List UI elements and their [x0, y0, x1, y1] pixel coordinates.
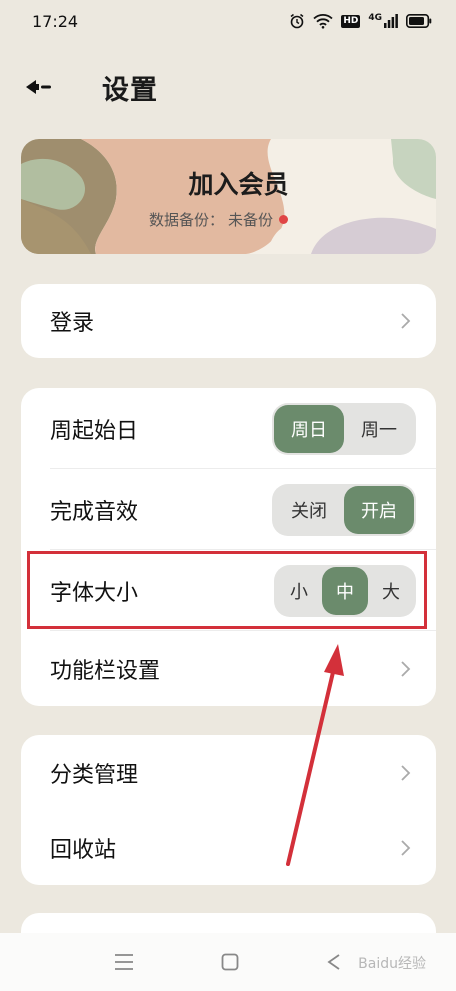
wifi-icon	[313, 14, 333, 29]
font-size-selector: 小 中 大	[274, 564, 416, 617]
header: 设置	[0, 62, 456, 112]
page-title: 设置	[102, 75, 158, 106]
sound-row: 完成音效 关闭 开启	[21, 469, 436, 550]
font-size-option-large[interactable]: 大	[368, 567, 414, 615]
toolbar-settings-row[interactable]: 功能栏设置	[21, 631, 436, 706]
trash-label: 回收站	[50, 837, 117, 863]
trash-row[interactable]: 回收站	[21, 810, 436, 885]
category-manage-label: 分类管理	[50, 762, 139, 788]
backup-warning-dot	[279, 215, 289, 224]
home-icon[interactable]	[221, 953, 239, 971]
category-manage-row[interactable]: 分类管理	[21, 735, 436, 810]
toolbar-settings-label: 功能栏设置	[50, 658, 161, 684]
font-size-label: 字体大小	[50, 580, 139, 606]
week-start-label: 周起始日	[50, 418, 139, 444]
login-row[interactable]: 登录	[21, 284, 436, 358]
back-icon[interactable]	[326, 953, 342, 971]
menu-icon[interactable]	[114, 953, 134, 971]
signal-4g: 4G	[368, 14, 398, 28]
back-arrow-icon[interactable]	[24, 75, 54, 99]
login-label: 登录	[50, 311, 95, 336]
sound-option-on[interactable]: 开启	[344, 485, 414, 534]
membership-banner[interactable]: 加入会员 数据备份： 未备份	[21, 139, 436, 254]
font-size-option-medium[interactable]: 中	[322, 566, 368, 615]
login-card: 登录	[21, 284, 436, 358]
sound-selector: 关闭 开启	[272, 483, 416, 536]
chevron-right-icon	[401, 660, 411, 677]
status-bar: 17:24 HD 4G	[0, 0, 456, 42]
alarm-icon	[290, 13, 304, 29]
banner-title: 加入会员	[188, 170, 289, 199]
chevron-right-icon	[401, 764, 411, 781]
hd-badge: HD	[341, 14, 361, 28]
chevron-right-icon	[401, 313, 411, 329]
watermark: Baidu经验	[358, 956, 426, 972]
week-start-option-monday[interactable]: 周一	[344, 405, 414, 453]
sound-label: 完成音效	[50, 499, 139, 525]
status-time: 17:24	[32, 11, 79, 31]
font-size-option-small[interactable]: 小	[276, 567, 322, 615]
week-start-option-sunday[interactable]: 周日	[274, 404, 344, 453]
font-size-row: 字体大小 小 中 大	[21, 550, 436, 631]
backup-label: 数据备份：	[149, 211, 225, 229]
settings-card: 周起始日 周日 周一 完成音效 关闭 开启 字体大小 小 中 大 功能栏设置	[21, 388, 436, 706]
chevron-right-icon	[401, 839, 411, 856]
signal-icon	[384, 14, 398, 28]
backup-value: 未备份	[228, 211, 274, 229]
backup-status: 数据备份： 未备份	[149, 209, 289, 230]
sound-option-off[interactable]: 关闭	[274, 486, 344, 534]
week-start-selector: 周日 周一	[272, 402, 416, 455]
status-icons: HD 4G	[289, 13, 432, 29]
week-start-row: 周起始日 周日 周一	[21, 388, 436, 469]
battery-icon	[406, 14, 432, 28]
manage-card: 分类管理 回收站	[21, 735, 436, 885]
